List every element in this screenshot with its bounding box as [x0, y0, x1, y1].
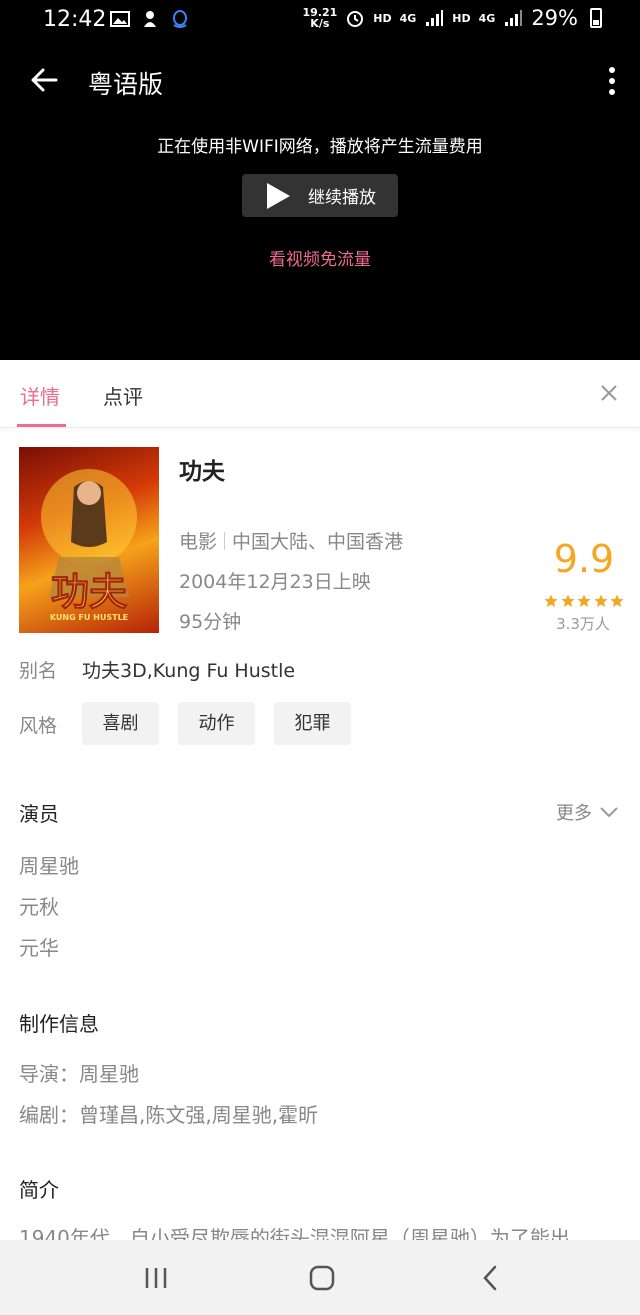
battery-icon [590, 8, 602, 28]
net-speed: 19.21 K/s [302, 7, 337, 29]
close-icon[interactable] [600, 384, 618, 402]
actors-more-button[interactable]: 更多 [556, 799, 618, 825]
star-icon [544, 594, 558, 607]
video-title: 粤语版 [88, 70, 164, 99]
battery-percent: 29% [531, 6, 578, 30]
active-tab-indicator [17, 424, 66, 427]
image-icon [110, 11, 130, 27]
back-arrow-icon[interactable] [28, 64, 60, 96]
movie-release-date: 2004年12月23日上映 [179, 571, 371, 593]
intro-section-title: 简介 [19, 1178, 59, 1202]
alias-label: 别名 [19, 660, 58, 682]
star-icon [610, 594, 624, 607]
status-bar: 12:42 19.21 K/s HD 4G HD 4G 29% [0, 0, 640, 40]
poster-title-text: 功夫 [51, 569, 127, 614]
recent-apps-icon[interactable] [142, 1264, 170, 1292]
genre-tag-comedy[interactable]: 喜剧 [82, 702, 159, 745]
movie-duration: 95分钟 [179, 611, 242, 633]
free-traffic-link[interactable]: 看视频免流量 [0, 245, 640, 270]
movie-type: 电影 [179, 531, 218, 553]
continue-play-button[interactable]: 继续播放 [242, 174, 398, 217]
app-notification-icon [144, 11, 156, 27]
qq-icon [173, 10, 187, 28]
production-section-title: 制作信息 [19, 1012, 99, 1036]
alias-value: 功夫3D,Kung Fu Hustle [82, 660, 296, 682]
signal-label-1: 4G [399, 11, 417, 25]
actor-item[interactable]: 元秋 [19, 891, 59, 920]
detail-tabs: 详情 点评 [0, 360, 640, 428]
poster-art: 功夫 KUNG FU HUSTLE [41, 469, 137, 622]
star-icon [593, 594, 608, 607]
genre-tag-crime[interactable]: 犯罪 [274, 702, 351, 745]
hd-label-2: HD [452, 11, 471, 25]
chevron-down-icon [600, 807, 618, 818]
status-time: 12:42 [43, 7, 107, 32]
movie-title: 功夫 [179, 459, 225, 485]
signal-icon-2 [505, 10, 523, 26]
movie-score: 9.9 [553, 537, 615, 581]
poster-subtitle-text: KUNG FU HUSTLE [50, 613, 128, 622]
video-player[interactable]: 粤语版 正在使用非WIFI网络，播放将产生流量费用 继续播放 看视频免流量 [0, 40, 640, 360]
notification-icons [110, 9, 190, 29]
hd-label-1: HD [373, 11, 392, 25]
actors-section-title: 演员 [19, 802, 59, 826]
continue-play-label: 继续播放 [308, 188, 376, 208]
status-right: 19.21 K/s HD 4G HD 4G 29% [302, 6, 602, 30]
star-icon [560, 594, 575, 607]
genre-label: 风格 [19, 715, 58, 737]
net-speed-unit: K/s [310, 17, 330, 30]
writers-line: 编剧：曾瑾昌,陈文强,周星驰,霍昕 [19, 1103, 319, 1127]
tab-reviews[interactable]: 点评 [103, 381, 143, 410]
tab-details[interactable]: 详情 [20, 381, 60, 410]
genre-tag-action[interactable]: 动作 [178, 702, 255, 745]
more-label: 更多 [556, 803, 592, 824]
alarm-icon [347, 11, 364, 27]
meta-divider [224, 532, 226, 550]
actor-item[interactable]: 元华 [19, 932, 59, 961]
network-warning: 正在使用非WIFI网络，播放将产生流量费用 [157, 137, 483, 157]
more-vertical-icon[interactable] [608, 66, 616, 96]
star-icon [577, 594, 591, 607]
nav-back-icon[interactable] [477, 1264, 505, 1292]
movie-poster[interactable]: 功夫 KUNG FU HUSTLE [19, 447, 159, 633]
play-icon [267, 182, 290, 209]
signal-label-2: 4G [478, 11, 496, 25]
movie-type-region: 电影 中国大陆、中国香港 [179, 527, 403, 554]
movie-region: 中国大陆、中国香港 [232, 531, 404, 553]
star-rating [544, 594, 624, 608]
signal-icon [426, 10, 444, 26]
actor-item[interactable]: 周星驰 [19, 850, 79, 879]
home-icon[interactable] [308, 1264, 336, 1292]
system-nav-bar [0, 1240, 640, 1315]
director-line: 导演：周星驰 [19, 1062, 139, 1086]
vote-count: 3.3万人 [556, 615, 610, 633]
